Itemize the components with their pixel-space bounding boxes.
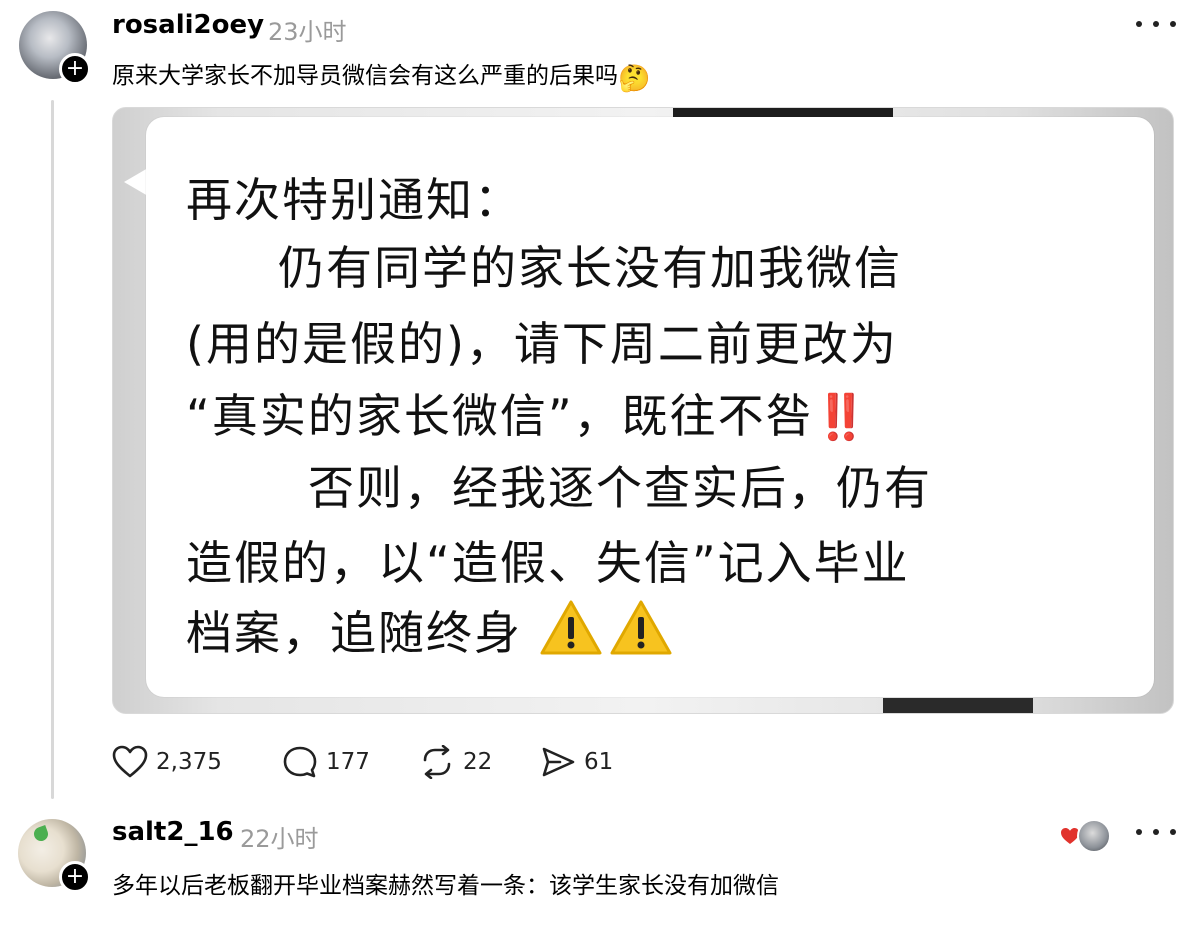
notice-line-2: 仍有同学的家长没有加我微信: [278, 241, 902, 295]
more-horizontal-icon[interactable]: [1136, 14, 1176, 34]
post-username[interactable]: rosali2oey: [112, 10, 264, 40]
double-exclamation-icon: ‼️: [813, 392, 869, 443]
share-count: 61: [584, 749, 614, 775]
comment-button[interactable]: 177: [282, 745, 370, 779]
notice-line-4-text: “真实的家长微信”，既往不咎: [186, 389, 814, 443]
thread-connector-line: [51, 100, 54, 799]
notice-line-7: 档案，追随终身: [186, 597, 679, 663]
notice-line-5: 否则，经我逐个查实后，仍有: [308, 461, 932, 515]
more-horizontal-icon[interactable]: [1136, 822, 1176, 842]
repost-count: 22: [463, 749, 493, 775]
warning-icon: [610, 600, 672, 655]
reply-timestamp: 22小时: [240, 825, 319, 853]
liker-avatar[interactable]: [1077, 819, 1111, 853]
comment-count: 177: [326, 749, 370, 775]
bubble-tail: [124, 168, 148, 196]
warning-icon: [540, 600, 602, 655]
plus-icon[interactable]: +: [59, 861, 91, 893]
repost-icon: [423, 745, 451, 779]
post-timestamp: 23小时: [268, 18, 347, 46]
notice-line-1: 再次特别通知：: [186, 173, 522, 227]
share-button[interactable]: 61: [540, 745, 613, 779]
plus-icon[interactable]: +: [59, 53, 91, 85]
heart-icon: [112, 745, 148, 778]
repost-button[interactable]: 22: [419, 745, 492, 779]
reply-text: 多年以后老板翻开毕业档案赫然写着一条：该学生家长没有加微信: [112, 873, 779, 899]
notice-line-7-text: 档案，追随终身: [186, 606, 522, 660]
notice-line-6: 造假的，以“造假、失信”记入毕业: [186, 536, 910, 590]
comment-bubble-icon: [283, 746, 317, 778]
post-text: 原来大学家长不加导员微信会有这么严重的后果吗🤔: [112, 56, 650, 94]
like-button[interactable]: 2,375: [112, 745, 222, 779]
send-icon: [542, 747, 575, 777]
notice-line-4: “真实的家长微信”，既往不咎‼️: [186, 380, 868, 446]
notice-line-3: (用的是假的)，请下周二前更改为: [186, 317, 898, 371]
post-text-content: 原来大学家长不加导员微信会有这么严重的后果吗: [112, 63, 618, 89]
like-count: 2,375: [156, 749, 222, 775]
reply-username[interactable]: salt2_16: [112, 817, 234, 847]
thinking-face-icon: 🤔: [618, 64, 651, 94]
